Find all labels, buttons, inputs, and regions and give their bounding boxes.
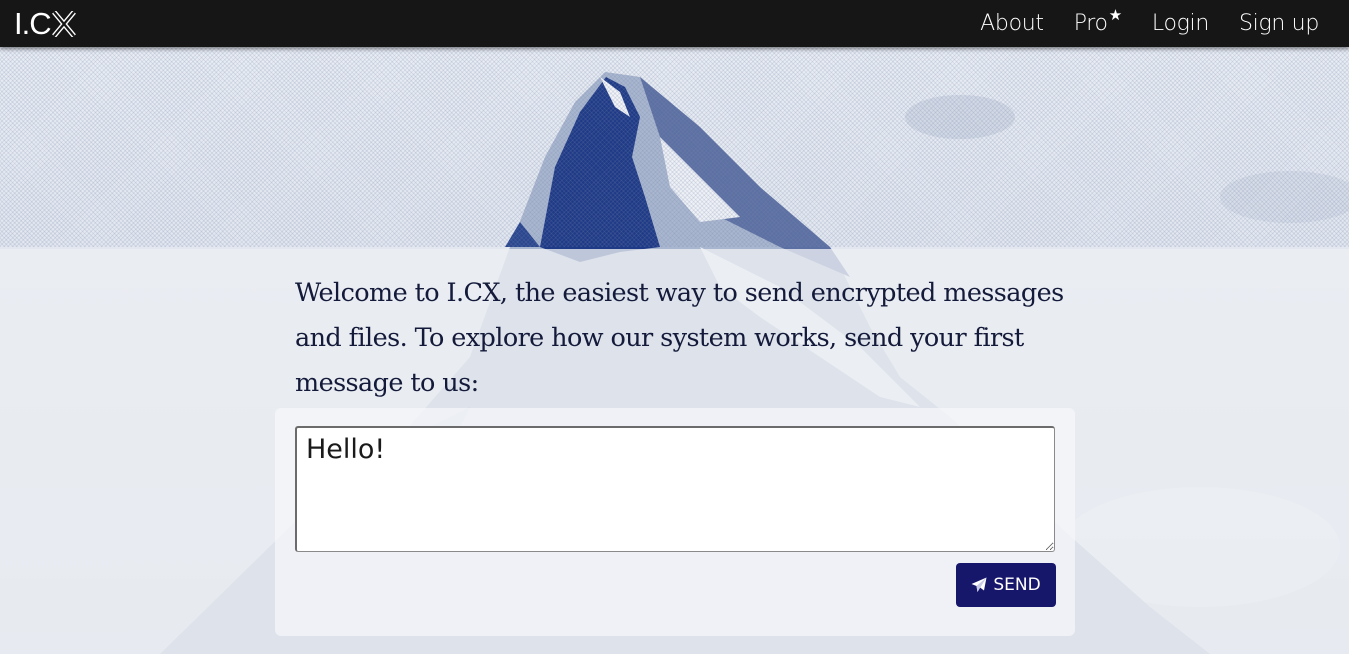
nav-about[interactable]: About (980, 11, 1044, 36)
logo-text: I.C (14, 6, 52, 41)
nav-signup[interactable]: Sign up (1239, 11, 1319, 36)
nav-signup-label: Sign up (1238, 11, 1319, 36)
message-card: Hello! SEND (275, 408, 1075, 636)
paper-plane-icon (971, 577, 987, 593)
nav-about-label: About (980, 11, 1044, 36)
welcome-text: Welcome to I.CX, the easiest way to send… (295, 278, 1064, 398)
site-logo[interactable]: I.C (14, 7, 76, 41)
star-icon: ★ (1108, 6, 1122, 24)
nav-pro-label: Pro (1073, 11, 1108, 36)
logo-x-mark-icon (51, 11, 76, 37)
nav-login-label: Login (1151, 11, 1209, 36)
message-textarea[interactable]: Hello! (295, 426, 1055, 552)
top-navbar: I.C About Pro ★ Login Sign up (0, 0, 1349, 47)
send-button-label: SEND (993, 575, 1041, 595)
nav-pro[interactable]: Pro ★ (1073, 6, 1122, 36)
send-button[interactable]: SEND (956, 563, 1056, 607)
nav-login[interactable]: Login (1152, 11, 1209, 36)
main-nav: About Pro ★ Login Sign up (950, 0, 1319, 47)
dither-overlay (0, 47, 1349, 247)
